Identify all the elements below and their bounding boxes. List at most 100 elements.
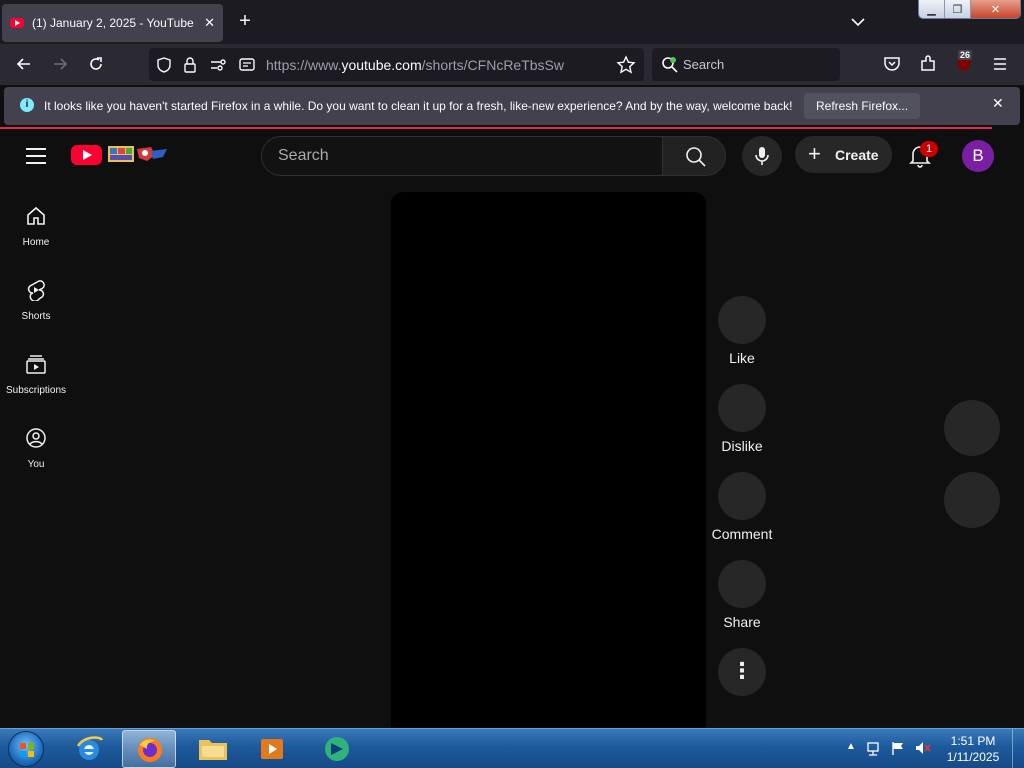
window-controls: ▁ ❐ ✕ xyxy=(918,0,1021,19)
tab-bar: (1) January 2, 2025 - YouTube ✕ + ▁ ❐ ✕ xyxy=(0,0,1024,44)
clock-date: 1/11/2025 xyxy=(946,750,1000,764)
avatar[interactable]: B xyxy=(962,140,994,172)
subscriptions-icon xyxy=(26,355,46,374)
like-label: Like xyxy=(729,350,755,366)
refresh-firefox-button[interactable]: Refresh Firefox... xyxy=(804,93,921,119)
like-icon[interactable] xyxy=(718,296,766,344)
microphone-icon xyxy=(755,147,769,165)
comment-button[interactable]: Comment xyxy=(712,472,772,542)
media-player-taskbar-button[interactable] xyxy=(246,730,300,768)
comment-label: Comment xyxy=(711,526,773,542)
url-text[interactable]: https://www.youtube.com/shorts/CFNcReTbs… xyxy=(266,57,564,73)
new-tab-button[interactable]: + xyxy=(234,10,256,32)
search-bar[interactable]: Search xyxy=(652,48,840,81)
network-icon[interactable] xyxy=(866,741,884,757)
share-label: Share xyxy=(723,614,761,630)
search-engine-icon[interactable] xyxy=(661,56,679,74)
windows-taskbar: ▲ 1:51 PM 1/11/2025 xyxy=(0,728,1024,768)
share-icon[interactable] xyxy=(718,560,766,608)
notification-message: It looks like you haven't started Firefo… xyxy=(44,99,793,113)
create-label: Create xyxy=(835,147,879,163)
extension-badge: 26 xyxy=(958,50,973,60)
you-icon xyxy=(26,428,46,448)
youtube-doodle-icon[interactable] xyxy=(107,143,171,165)
system-clock[interactable]: 1:51 PM 1/11/2025 xyxy=(940,733,1006,765)
share-button[interactable]: Share xyxy=(718,560,766,630)
home-icon xyxy=(27,206,45,225)
permissions-icon[interactable] xyxy=(209,57,227,73)
like-button[interactable]: Like xyxy=(718,296,766,366)
firefox-taskbar-button[interactable] xyxy=(122,730,176,768)
sidebar-item-label: Subscriptions xyxy=(5,385,67,396)
list-all-tabs-icon[interactable] xyxy=(848,12,868,32)
tab-close-icon[interactable]: ✕ xyxy=(204,15,215,31)
close-window-button[interactable]: ✕ xyxy=(971,0,1020,18)
sidebar-item-you[interactable]: You xyxy=(0,417,72,487)
app-menu-icon[interactable] xyxy=(990,54,1010,74)
notification-close-icon[interactable]: ✕ xyxy=(992,95,1004,112)
sidebar-item-subscriptions[interactable]: Subscriptions xyxy=(0,343,72,413)
media-player-icon xyxy=(261,739,283,759)
volume-muted-icon[interactable] xyxy=(914,740,932,756)
url-path: /shorts/CFNcReTbsSw xyxy=(421,57,564,73)
sidebar-item-shorts[interactable]: Shorts xyxy=(0,269,72,339)
reload-icon[interactable] xyxy=(86,54,106,74)
firefox-icon xyxy=(138,738,162,762)
youtube-search-button[interactable] xyxy=(662,136,726,176)
shorts-icon xyxy=(27,280,45,301)
clock-time: 1:51 PM xyxy=(950,734,996,748)
start-button[interactable] xyxy=(8,731,44,767)
bookmark-star-icon[interactable] xyxy=(616,55,636,75)
next-short-button[interactable] xyxy=(944,472,1000,528)
minimize-button[interactable]: ▁ xyxy=(919,0,945,18)
forward-icon[interactable] xyxy=(50,54,70,74)
youtube-search-box[interactable] xyxy=(261,136,663,176)
action-center-flag-icon[interactable] xyxy=(890,740,906,756)
search-bar-label: Search xyxy=(683,57,725,72)
internet-explorer-taskbar-button[interactable] xyxy=(62,730,116,768)
sidebar-item-label: Home xyxy=(22,237,50,248)
app-taskbar-button[interactable] xyxy=(310,730,364,768)
pocket-icon[interactable] xyxy=(882,54,902,74)
more-actions-button[interactable]: ⋮ xyxy=(718,648,766,696)
extensions-icon[interactable] xyxy=(918,54,938,74)
tracking-protection-shield-icon[interactable] xyxy=(155,56,173,74)
show-desktop-button[interactable] xyxy=(1012,729,1024,768)
tab-title: (1) January 2, 2025 - YouTube xyxy=(32,16,194,30)
youtube-logo-icon[interactable] xyxy=(71,145,102,165)
reader-view-icon[interactable] xyxy=(238,57,256,73)
tab-youtube[interactable]: (1) January 2, 2025 - YouTube ✕ xyxy=(2,4,223,42)
lock-icon[interactable] xyxy=(182,56,198,74)
url-bar[interactable]: https://www.youtube.com/shorts/CFNcReTbs… xyxy=(149,48,644,81)
youtube-favicon-icon xyxy=(10,18,24,28)
back-icon[interactable] xyxy=(14,54,34,74)
youtube-search-input[interactable] xyxy=(278,137,648,175)
explorer-taskbar-button[interactable] xyxy=(186,730,240,768)
info-icon: i xyxy=(20,98,34,112)
shorts-video-player[interactable] xyxy=(391,192,706,728)
create-button[interactable]: + Create xyxy=(795,136,892,173)
comment-icon[interactable] xyxy=(718,472,766,520)
dislike-icon[interactable] xyxy=(718,384,766,432)
dislike-button[interactable]: Dislike xyxy=(718,384,766,454)
notification-count-badge: 1 xyxy=(920,141,938,157)
youtube-page: + Create 1 B Home Shorts Subscriptions Y… xyxy=(0,129,1024,728)
guide-menu-icon[interactable] xyxy=(26,148,46,164)
maximize-button[interactable]: ❐ xyxy=(945,0,971,18)
dislike-label: Dislike xyxy=(721,438,763,454)
windows-flag-icon xyxy=(20,743,34,757)
plus-icon: + xyxy=(808,141,821,166)
show-hidden-icons-icon[interactable]: ▲ xyxy=(846,741,856,752)
sidebar-item-home[interactable]: Home xyxy=(0,195,72,265)
internet-explorer-icon xyxy=(76,736,104,760)
folder-icon xyxy=(199,740,227,760)
sidebar-item-label: You xyxy=(27,459,45,470)
app-icon xyxy=(325,737,349,761)
firefox-notification-bar: i It looks like you haven't started Fire… xyxy=(4,87,1020,125)
url-prefix: https://www. xyxy=(266,57,342,73)
navigation-toolbar: https://www.youtube.com/shorts/CFNcReTbs… xyxy=(0,44,1024,85)
search-icon xyxy=(686,147,706,167)
url-domain: youtube.com xyxy=(341,57,422,73)
voice-search-button[interactable] xyxy=(742,136,782,176)
previous-short-button[interactable] xyxy=(944,400,1000,456)
